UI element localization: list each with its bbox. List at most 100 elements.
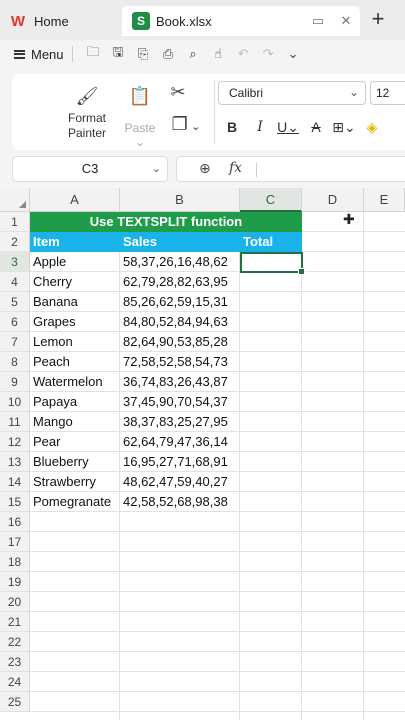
column-header-c[interactable]: C bbox=[240, 188, 302, 212]
hand-icon[interactable]: ☝ bbox=[206, 46, 231, 62]
sales-cell[interactable]: 62,64,79,47,36,14 bbox=[120, 432, 240, 452]
function-icon[interactable]: fx bbox=[229, 160, 242, 176]
row-header-22[interactable]: 22 bbox=[0, 632, 30, 652]
row-header-8[interactable]: 8 bbox=[0, 352, 30, 372]
tab-book[interactable]: S Book.xlsx ▭ ✕ bbox=[122, 6, 360, 36]
print-preview-icon[interactable]: ⌕ bbox=[181, 46, 206, 62]
fill-color-icon[interactable]: ◈ bbox=[358, 119, 386, 136]
row-header-25[interactable]: 25 bbox=[0, 692, 30, 712]
close-tab-icon[interactable]: ✕ bbox=[332, 13, 360, 29]
sales-cell[interactable]: 82,64,90,53,85,28 bbox=[120, 332, 240, 352]
formula-input[interactable]: ⊕ fx bbox=[176, 156, 405, 182]
print-icon[interactable]: ⎙ bbox=[156, 46, 181, 62]
row-header-16[interactable]: 16 bbox=[0, 512, 30, 532]
undo-icon[interactable]: ↶ bbox=[231, 46, 256, 62]
row-header-1[interactable]: 1 bbox=[0, 212, 30, 232]
column-header-d[interactable]: D bbox=[302, 188, 364, 212]
spreadsheet-grid[interactable]: A B C D E 1 2 3 4 5 6 7 8 9 10 11 12 13 14 15 16 17 18 19 20 21 22… bbox=[0, 188, 405, 720]
column-header-b[interactable]: B bbox=[120, 188, 240, 212]
paste-button[interactable]: 📋 Paste ⌄ bbox=[120, 86, 160, 149]
title-cell[interactable]: Use TEXTSPLIT function bbox=[30, 212, 302, 232]
chevron-down-icon[interactable]: ⌄ bbox=[281, 46, 306, 62]
select-all-corner[interactable] bbox=[0, 188, 30, 212]
gridline bbox=[30, 691, 405, 692]
zoom-icon[interactable]: ⊕ bbox=[199, 160, 211, 177]
row-header-4[interactable]: 4 bbox=[0, 272, 30, 292]
sales-cell[interactable]: 72,58,52,58,54,73 bbox=[120, 352, 240, 372]
column-header-e[interactable]: E bbox=[364, 188, 405, 212]
row-header-7[interactable]: 7 bbox=[0, 332, 30, 352]
tab-home[interactable]: W Home bbox=[8, 6, 118, 36]
format-painter-button[interactable]: 🖌 Format Painter bbox=[62, 86, 112, 141]
borders-icon[interactable]: ⊞⌄ bbox=[330, 119, 358, 136]
row-header-2[interactable]: 2 bbox=[0, 232, 30, 252]
open-folder-icon[interactable]: 🗀 bbox=[81, 43, 106, 65]
header-cell-sales[interactable]: Sales bbox=[120, 232, 240, 252]
sales-cell[interactable]: 62,79,28,82,63,95 bbox=[120, 272, 240, 292]
column-header-a[interactable]: A bbox=[30, 188, 120, 212]
item-cell[interactable]: Papaya bbox=[30, 392, 120, 412]
item-cell[interactable]: Cherry bbox=[30, 272, 120, 292]
paste-label: Paste bbox=[124, 121, 156, 135]
menu-button[interactable]: Menu bbox=[14, 47, 64, 62]
row-header-13[interactable]: 13 bbox=[0, 452, 30, 472]
row-header-14[interactable]: 14 bbox=[0, 472, 30, 492]
row-header-12[interactable]: 12 bbox=[0, 432, 30, 452]
cut-button[interactable]: ✂ bbox=[167, 82, 189, 103]
redo-icon[interactable]: ↷ bbox=[256, 46, 281, 62]
font-size-select[interactable]: 12 bbox=[370, 81, 405, 105]
row-header-17[interactable]: 17 bbox=[0, 532, 30, 552]
item-cell[interactable]: Peach bbox=[30, 352, 120, 372]
font-name-select[interactable]: Calibri ⌄ bbox=[218, 81, 366, 105]
row-header-9[interactable]: 9 bbox=[0, 372, 30, 392]
sales-cell[interactable]: 58,37,26,16,48,62 bbox=[120, 252, 240, 272]
active-cell-c3[interactable] bbox=[240, 252, 305, 275]
share-icon[interactable]: ⎘ bbox=[131, 46, 156, 62]
row-header-15[interactable]: 15 bbox=[0, 492, 30, 512]
row-header-23[interactable]: 23 bbox=[0, 652, 30, 672]
row-header-18[interactable]: 18 bbox=[0, 552, 30, 572]
sales-cell[interactable]: 48,62,47,59,40,27 bbox=[120, 472, 240, 492]
save-icon[interactable]: 🖫 bbox=[106, 43, 131, 65]
sales-cell[interactable]: 38,37,83,25,27,95 bbox=[120, 412, 240, 432]
row-header-10[interactable]: 10 bbox=[0, 392, 30, 412]
restore-window-icon[interactable]: ▭ bbox=[304, 13, 332, 29]
sales-cell[interactable]: 16,95,27,71,68,91 bbox=[120, 452, 240, 472]
spreadsheet-logo-icon: S bbox=[132, 12, 150, 30]
item-cell[interactable]: Pomegranate bbox=[30, 492, 120, 512]
bold-icon[interactable]: B bbox=[218, 119, 246, 135]
item-cell[interactable]: Lemon bbox=[30, 332, 120, 352]
sales-cell[interactable]: 37,45,90,70,54,37 bbox=[120, 392, 240, 412]
header-cell-total[interactable]: Total bbox=[240, 232, 302, 252]
row-header-11[interactable]: 11 bbox=[0, 412, 30, 432]
item-cell[interactable]: Grapes bbox=[30, 312, 120, 332]
row-header-3[interactable]: 3 bbox=[0, 252, 30, 272]
row-header-21[interactable]: 21 bbox=[0, 612, 30, 632]
paint-brush-icon: 🖌 bbox=[75, 86, 99, 106]
item-cell[interactable]: Watermelon bbox=[30, 372, 120, 392]
sales-cell[interactable]: 85,26,62,59,15,31 bbox=[120, 292, 240, 312]
item-cell[interactable]: Apple bbox=[30, 252, 120, 272]
row-header-24[interactable]: 24 bbox=[0, 672, 30, 692]
item-cell[interactable]: Blueberry bbox=[30, 452, 120, 472]
name-box[interactable]: C3 ⌄ bbox=[12, 156, 168, 182]
new-tab-button[interactable]: + bbox=[366, 8, 390, 32]
copy-button[interactable]: ❐ ⌄ bbox=[167, 114, 205, 135]
item-cell[interactable]: Banana bbox=[30, 292, 120, 312]
sales-cell[interactable]: 42,58,52,68,98,38 bbox=[120, 492, 240, 512]
strikethrough-icon[interactable]: A bbox=[302, 119, 330, 135]
gridline bbox=[30, 571, 405, 572]
row-header-20[interactable]: 20 bbox=[0, 592, 30, 612]
wps-logo-icon: W bbox=[10, 12, 26, 30]
row-header-6[interactable]: 6 bbox=[0, 312, 30, 332]
sales-cell[interactable]: 36,74,83,26,43,87 bbox=[120, 372, 240, 392]
row-header-19[interactable]: 19 bbox=[0, 572, 30, 592]
header-cell-item[interactable]: Item bbox=[30, 232, 120, 252]
italic-icon[interactable]: I bbox=[246, 119, 274, 135]
underline-icon[interactable]: U⌄ bbox=[274, 119, 302, 136]
item-cell[interactable]: Strawberry bbox=[30, 472, 120, 492]
item-cell[interactable]: Pear bbox=[30, 432, 120, 452]
row-header-5[interactable]: 5 bbox=[0, 292, 30, 312]
item-cell[interactable]: Mango bbox=[30, 412, 120, 432]
sales-cell[interactable]: 84,80,52,84,94,63 bbox=[120, 312, 240, 332]
